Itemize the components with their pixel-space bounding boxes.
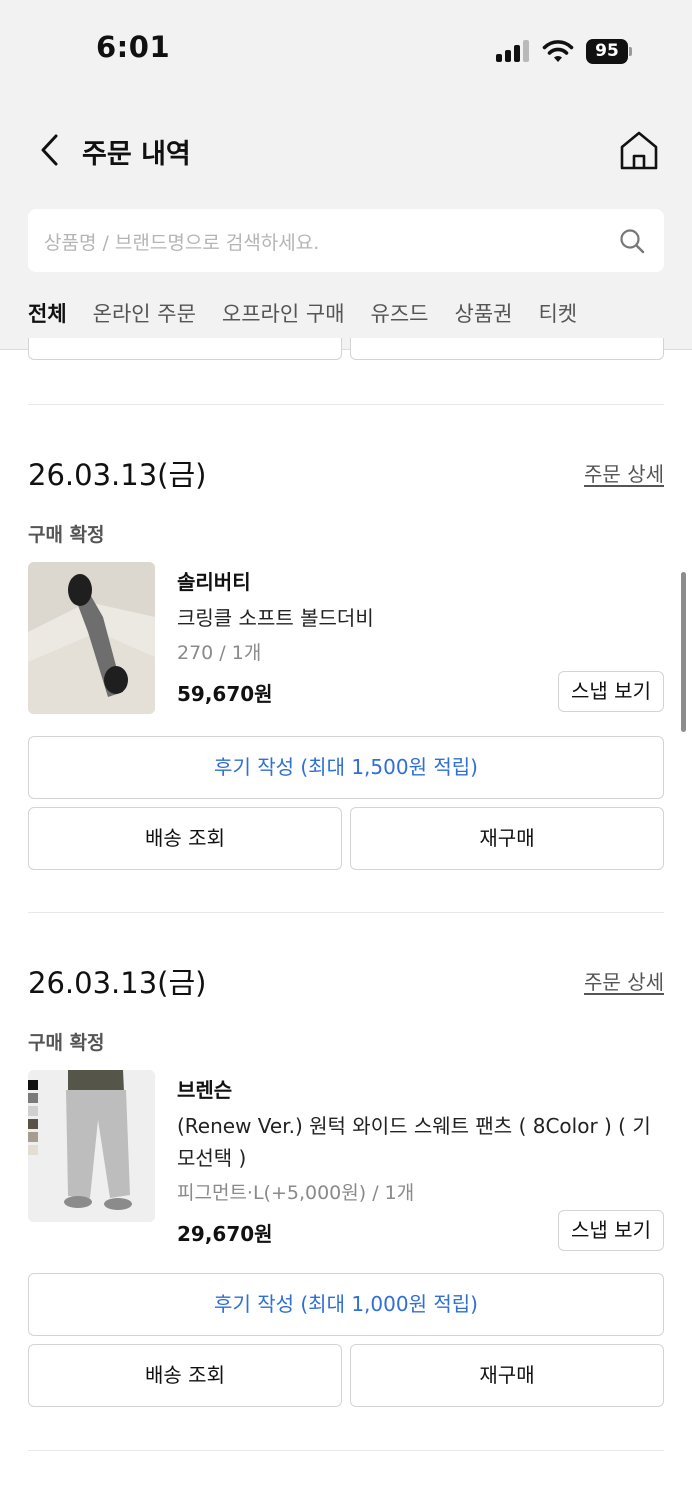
product-option: 270 / 1개: [177, 642, 262, 664]
product-brand: 솔리버티: [177, 570, 251, 594]
snap-view-button[interactable]: 스냅 보기: [558, 671, 664, 712]
order-divider: [28, 1450, 664, 1451]
order-status: 구매 확정: [28, 524, 105, 546]
page-header: 주문 내역: [0, 118, 692, 182]
product-image[interactable]: [28, 1070, 155, 1222]
order-detail-link[interactable]: 주문 상세: [584, 966, 664, 995]
search-icon[interactable]: [618, 227, 646, 255]
back-chevron-icon[interactable]: [36, 132, 64, 168]
order-status: 구매 확정: [28, 1032, 105, 1054]
previous-delivery-button[interactable]: [28, 338, 342, 360]
delivery-tracking-button[interactable]: 배송 조회: [28, 807, 342, 870]
order-date: 26.03.13(금): [28, 966, 207, 1000]
product-brand: 브렌슨: [177, 1078, 233, 1102]
write-review-button[interactable]: 후기 작성 (최대 1,000원 적립): [28, 1273, 664, 1336]
product-name: (Renew Ver.) 원턱 와이드 스웨트 팬츠 ( 8Color ) ( …: [177, 1114, 651, 1170]
rebuy-button[interactable]: 재구매: [350, 807, 664, 870]
search-input[interactable]: 상품명 / 브랜드명으로 검색하세요.: [28, 209, 664, 272]
status-bar: 6:01 95: [0, 0, 692, 100]
order-divider: [28, 404, 664, 405]
product-name: 크링클 소프트 볼드더비: [177, 606, 374, 630]
top-bar: 6:01 95 주문 내역 상품명 / 브랜드명으로 검색하세요. 전체 온라인…: [0, 0, 692, 350]
search-placeholder: 상품명 / 브랜드명으로 검색하세요.: [44, 232, 320, 254]
page-title: 주문 내역: [82, 139, 191, 170]
battery-level: 95: [586, 39, 628, 64]
status-time: 6:01: [96, 30, 171, 64]
rebuy-button[interactable]: 재구매: [350, 1344, 664, 1407]
order-date: 26.03.13(금): [28, 458, 207, 492]
wifi-icon: [542, 40, 574, 62]
product-image[interactable]: [28, 562, 155, 714]
battery-icon: 95: [586, 39, 632, 64]
signal-icon: [496, 40, 532, 62]
snap-view-button[interactable]: 스냅 보기: [558, 1210, 664, 1251]
order-card: 26.03.13(금) 주문 상세 구매 확정 브렌슨 (Renew Ver.)…: [28, 960, 664, 1410]
delivery-tracking-button[interactable]: 배송 조회: [28, 1344, 342, 1407]
product-option: 피그먼트·L(+5,000원) / 1개: [177, 1182, 415, 1204]
order-divider: [28, 912, 664, 913]
product-price: 29,670원: [177, 1222, 273, 1246]
write-review-button[interactable]: 후기 작성 (최대 1,500원 적립): [28, 736, 664, 799]
home-icon[interactable]: [617, 128, 661, 172]
product-price: 59,670원: [177, 682, 273, 706]
previous-rebuy-button[interactable]: [350, 338, 664, 360]
order-detail-link[interactable]: 주문 상세: [584, 458, 664, 487]
order-card: 26.03.13(금) 주문 상세 구매 확정 솔리버티 크링클 소프트 볼드더…: [28, 452, 664, 872]
scrollbar[interactable]: [681, 572, 686, 732]
